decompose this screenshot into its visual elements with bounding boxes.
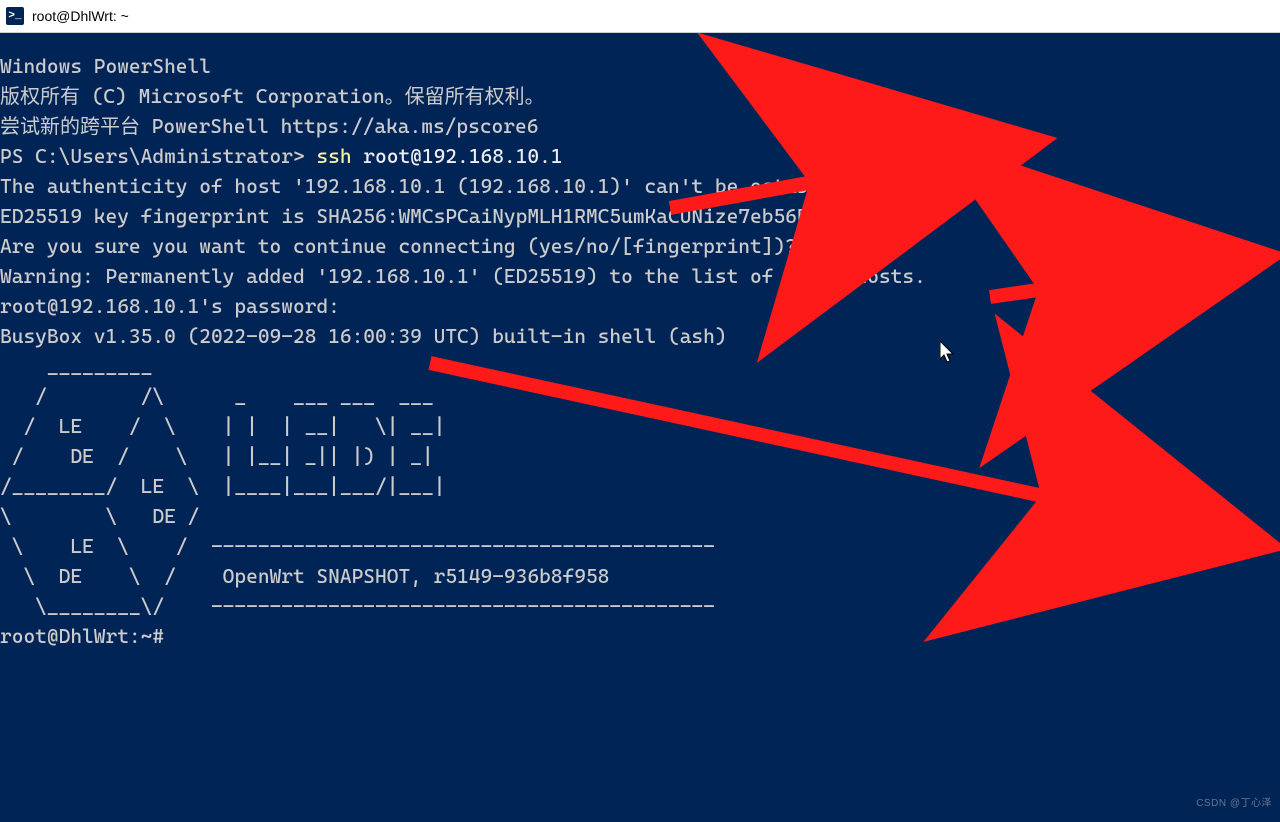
ascii-art-line: _________ bbox=[0, 351, 1280, 381]
terminal-line: ED25519 key fingerprint is SHA256:WMCsPC… bbox=[0, 201, 1280, 231]
ascii-art-line: \ DE \ / OpenWrt SNAPSHOT, r5149-936b8f9… bbox=[0, 561, 1280, 591]
shell-prompt: root@DhlWrt:~# bbox=[0, 621, 1280, 651]
watermark-text: CSDN @丁心泽 bbox=[1196, 789, 1272, 819]
terminal-line: Windows PowerShell bbox=[0, 51, 1280, 81]
terminal-prompt-line: PS C:\Users\Administrator> ssh root@192.… bbox=[0, 141, 1280, 171]
ascii-art-line: \ LE \ / -------------------------------… bbox=[0, 531, 1280, 561]
terminal-line: root@192.168.10.1's password: bbox=[0, 291, 1280, 321]
ascii-art-line: \________\/ ----------------------------… bbox=[0, 591, 1280, 621]
ssh-command: ssh bbox=[316, 144, 363, 168]
terminal-line: Are you sure you want to continue connec… bbox=[0, 231, 1280, 261]
window-title: root@DhlWrt: ~ bbox=[32, 8, 129, 24]
terminal-line: BusyBox v1.35.0 (2022-09-28 16:00:39 UTC… bbox=[0, 321, 1280, 351]
ascii-art-line: \ \ DE / bbox=[0, 501, 1280, 531]
ascii-art-line: /________/ LE \ |____|___|___/|___| bbox=[0, 471, 1280, 501]
ascii-art-line: / LE / \ | | | __| \| __| bbox=[0, 411, 1280, 441]
terminal-line: Warning: Permanently added '192.168.10.1… bbox=[0, 261, 1280, 291]
terminal-area[interactable]: Windows PowerShell 版权所有 (C) Microsoft Co… bbox=[0, 33, 1280, 822]
window-titlebar: >_ root@DhlWrt: ~ bbox=[0, 0, 1280, 33]
powershell-icon: >_ bbox=[6, 7, 24, 25]
terminal-line: 尝试新的跨平台 PowerShell https://aka.ms/pscore… bbox=[0, 111, 1280, 141]
ascii-art-line: / /\ _ ___ ___ ___ bbox=[0, 381, 1280, 411]
ps-prompt: PS C:\Users\Administrator> bbox=[0, 144, 316, 168]
terminal-line: 版权所有 (C) Microsoft Corporation。保留所有权利。 bbox=[0, 81, 1280, 111]
ssh-target: root@192.168.10.1 bbox=[363, 144, 562, 168]
ascii-art-line: / DE / \ | |__| _|| |) | _| bbox=[0, 441, 1280, 471]
terminal-line: The authenticity of host '192.168.10.1 (… bbox=[0, 171, 1280, 201]
